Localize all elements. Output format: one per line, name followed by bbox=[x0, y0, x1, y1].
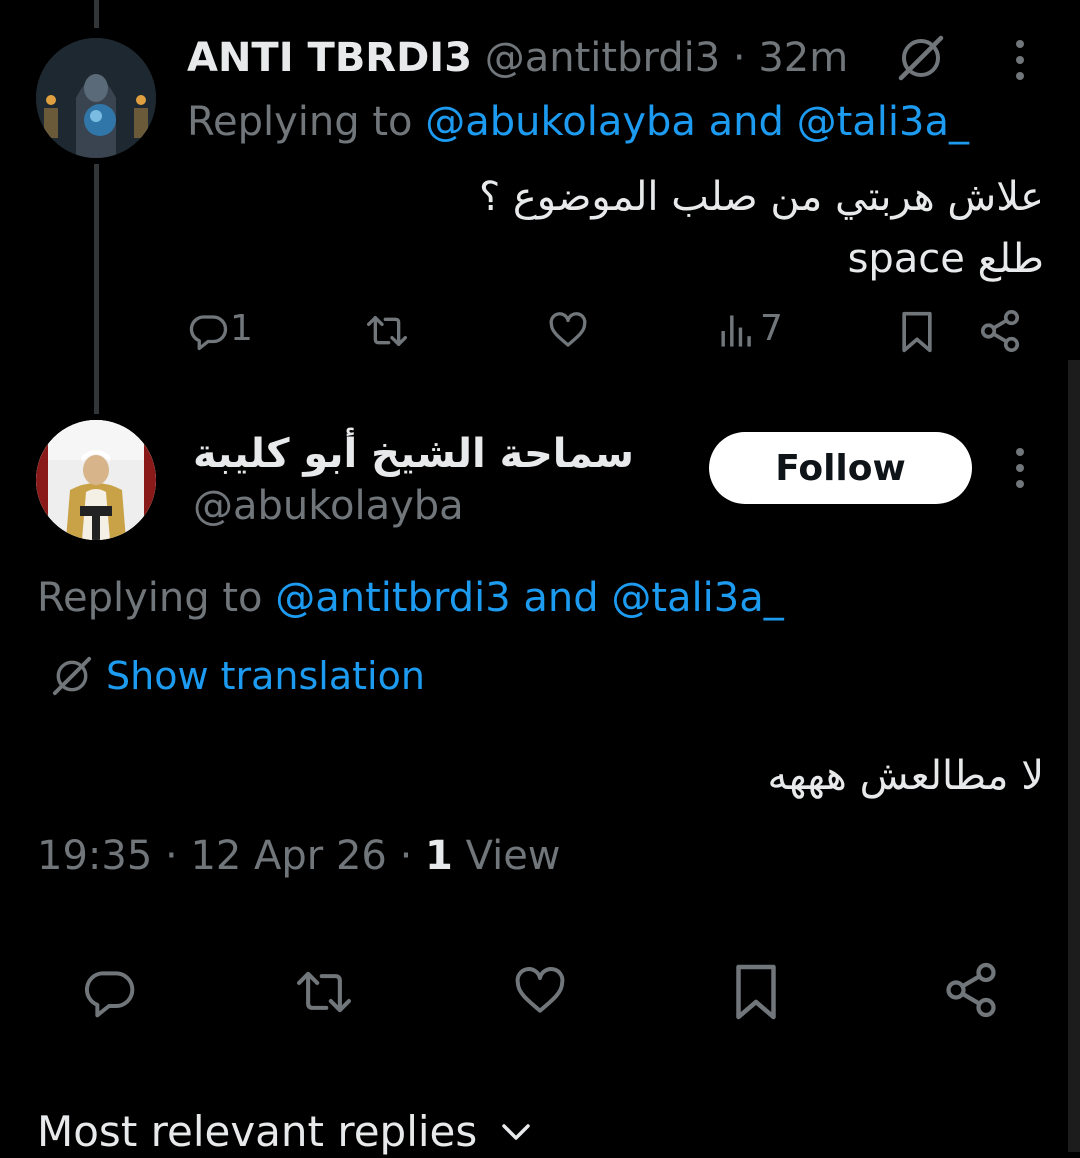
main-replying-to: Replying to @antitbrdi3 and @tali3a_ bbox=[37, 574, 784, 622]
replying-prefix: Replying to bbox=[187, 99, 426, 145]
replying-to: Replying to @abukolayba and @tali3a_ bbox=[187, 98, 969, 146]
share-icon[interactable] bbox=[976, 308, 1024, 354]
grok-icon[interactable] bbox=[893, 34, 949, 82]
main-display-name[interactable]: سماحة الشيخ أبو كليبة bbox=[193, 428, 634, 480]
display-name[interactable]: ANTI TBRDI3 bbox=[187, 35, 472, 81]
parent-tweet-text: علاش هربتي من صلب الموضوع ؟ طلع space bbox=[144, 166, 1044, 290]
more-options-icon[interactable] bbox=[1008, 446, 1032, 490]
replying-prefix: Replying to bbox=[37, 575, 276, 621]
view-number: 1 bbox=[425, 833, 453, 879]
replies-sort-label: Most relevant replies bbox=[37, 1107, 478, 1156]
reply-count: 1 bbox=[230, 308, 253, 349]
separator-dot: · bbox=[152, 833, 191, 879]
more-options-icon[interactable] bbox=[1008, 38, 1032, 82]
tweet-timestamp[interactable]: 19:35 bbox=[37, 833, 152, 879]
tweet-text-line-2: طلع space bbox=[847, 236, 1044, 282]
retweet-icon[interactable] bbox=[362, 310, 412, 352]
view-label: View bbox=[452, 833, 561, 879]
main-tweet-text: لا مطالعش هههه bbox=[767, 753, 1044, 799]
share-icon[interactable] bbox=[940, 960, 1002, 1020]
follow-button[interactable]: Follow bbox=[709, 432, 972, 504]
bookmark-icon[interactable] bbox=[730, 962, 782, 1022]
thread-line-top bbox=[94, 0, 99, 28]
parent-header: ANTI TBRDI3 @antitbrdi3 · 32m bbox=[187, 34, 848, 82]
mention-tali3a[interactable]: @tali3a_ bbox=[797, 99, 969, 145]
like-icon[interactable] bbox=[510, 964, 570, 1020]
mention-antitbrdi3[interactable]: @antitbrdi3 bbox=[275, 575, 510, 621]
avatar-abukolayba[interactable] bbox=[36, 420, 156, 540]
main-user-handle[interactable]: @abukolayba bbox=[193, 482, 464, 530]
show-translation-row[interactable]: Show translation bbox=[48, 652, 425, 700]
like-icon[interactable] bbox=[546, 310, 590, 352]
tweet-date[interactable]: 12 Apr 26 bbox=[190, 833, 386, 879]
separator-dot: · bbox=[386, 833, 426, 879]
user-handle[interactable]: @antitbrdi3 bbox=[485, 35, 720, 81]
view-count: 7 bbox=[760, 308, 783, 349]
reply-icon[interactable] bbox=[78, 964, 140, 1020]
thread-line bbox=[94, 164, 99, 414]
separator-dot: · bbox=[720, 35, 759, 81]
avatar-antitbrdi3[interactable] bbox=[36, 38, 156, 158]
mention-abukolayba[interactable]: @abukolayba bbox=[425, 99, 696, 145]
mention-tali3a[interactable]: @tali3a_ bbox=[611, 575, 783, 621]
sheikh-image bbox=[36, 420, 156, 540]
reply-icon[interactable] bbox=[187, 310, 229, 352]
mention-and: and bbox=[695, 99, 797, 145]
tweet-meta: 19:35 · 12 Apr 26 · 1 View bbox=[37, 832, 561, 880]
chevron-down-icon bbox=[499, 1120, 533, 1144]
show-translation-link[interactable]: Show translation bbox=[106, 652, 425, 700]
bookmark-icon[interactable] bbox=[897, 310, 937, 354]
scrollbar[interactable] bbox=[1068, 360, 1080, 1152]
tweet-time[interactable]: 32m bbox=[758, 35, 848, 81]
grok-translate-icon bbox=[48, 654, 96, 698]
replies-sort-dropdown[interactable]: Most relevant replies bbox=[37, 1106, 533, 1158]
tweet-text-line-1: علاش هربتي من صلب الموضوع ؟ bbox=[478, 174, 1044, 220]
mention-and: and bbox=[510, 575, 612, 621]
retweet-icon[interactable] bbox=[290, 964, 358, 1020]
views-icon[interactable] bbox=[716, 312, 758, 350]
hooded-figure-image bbox=[36, 38, 156, 158]
